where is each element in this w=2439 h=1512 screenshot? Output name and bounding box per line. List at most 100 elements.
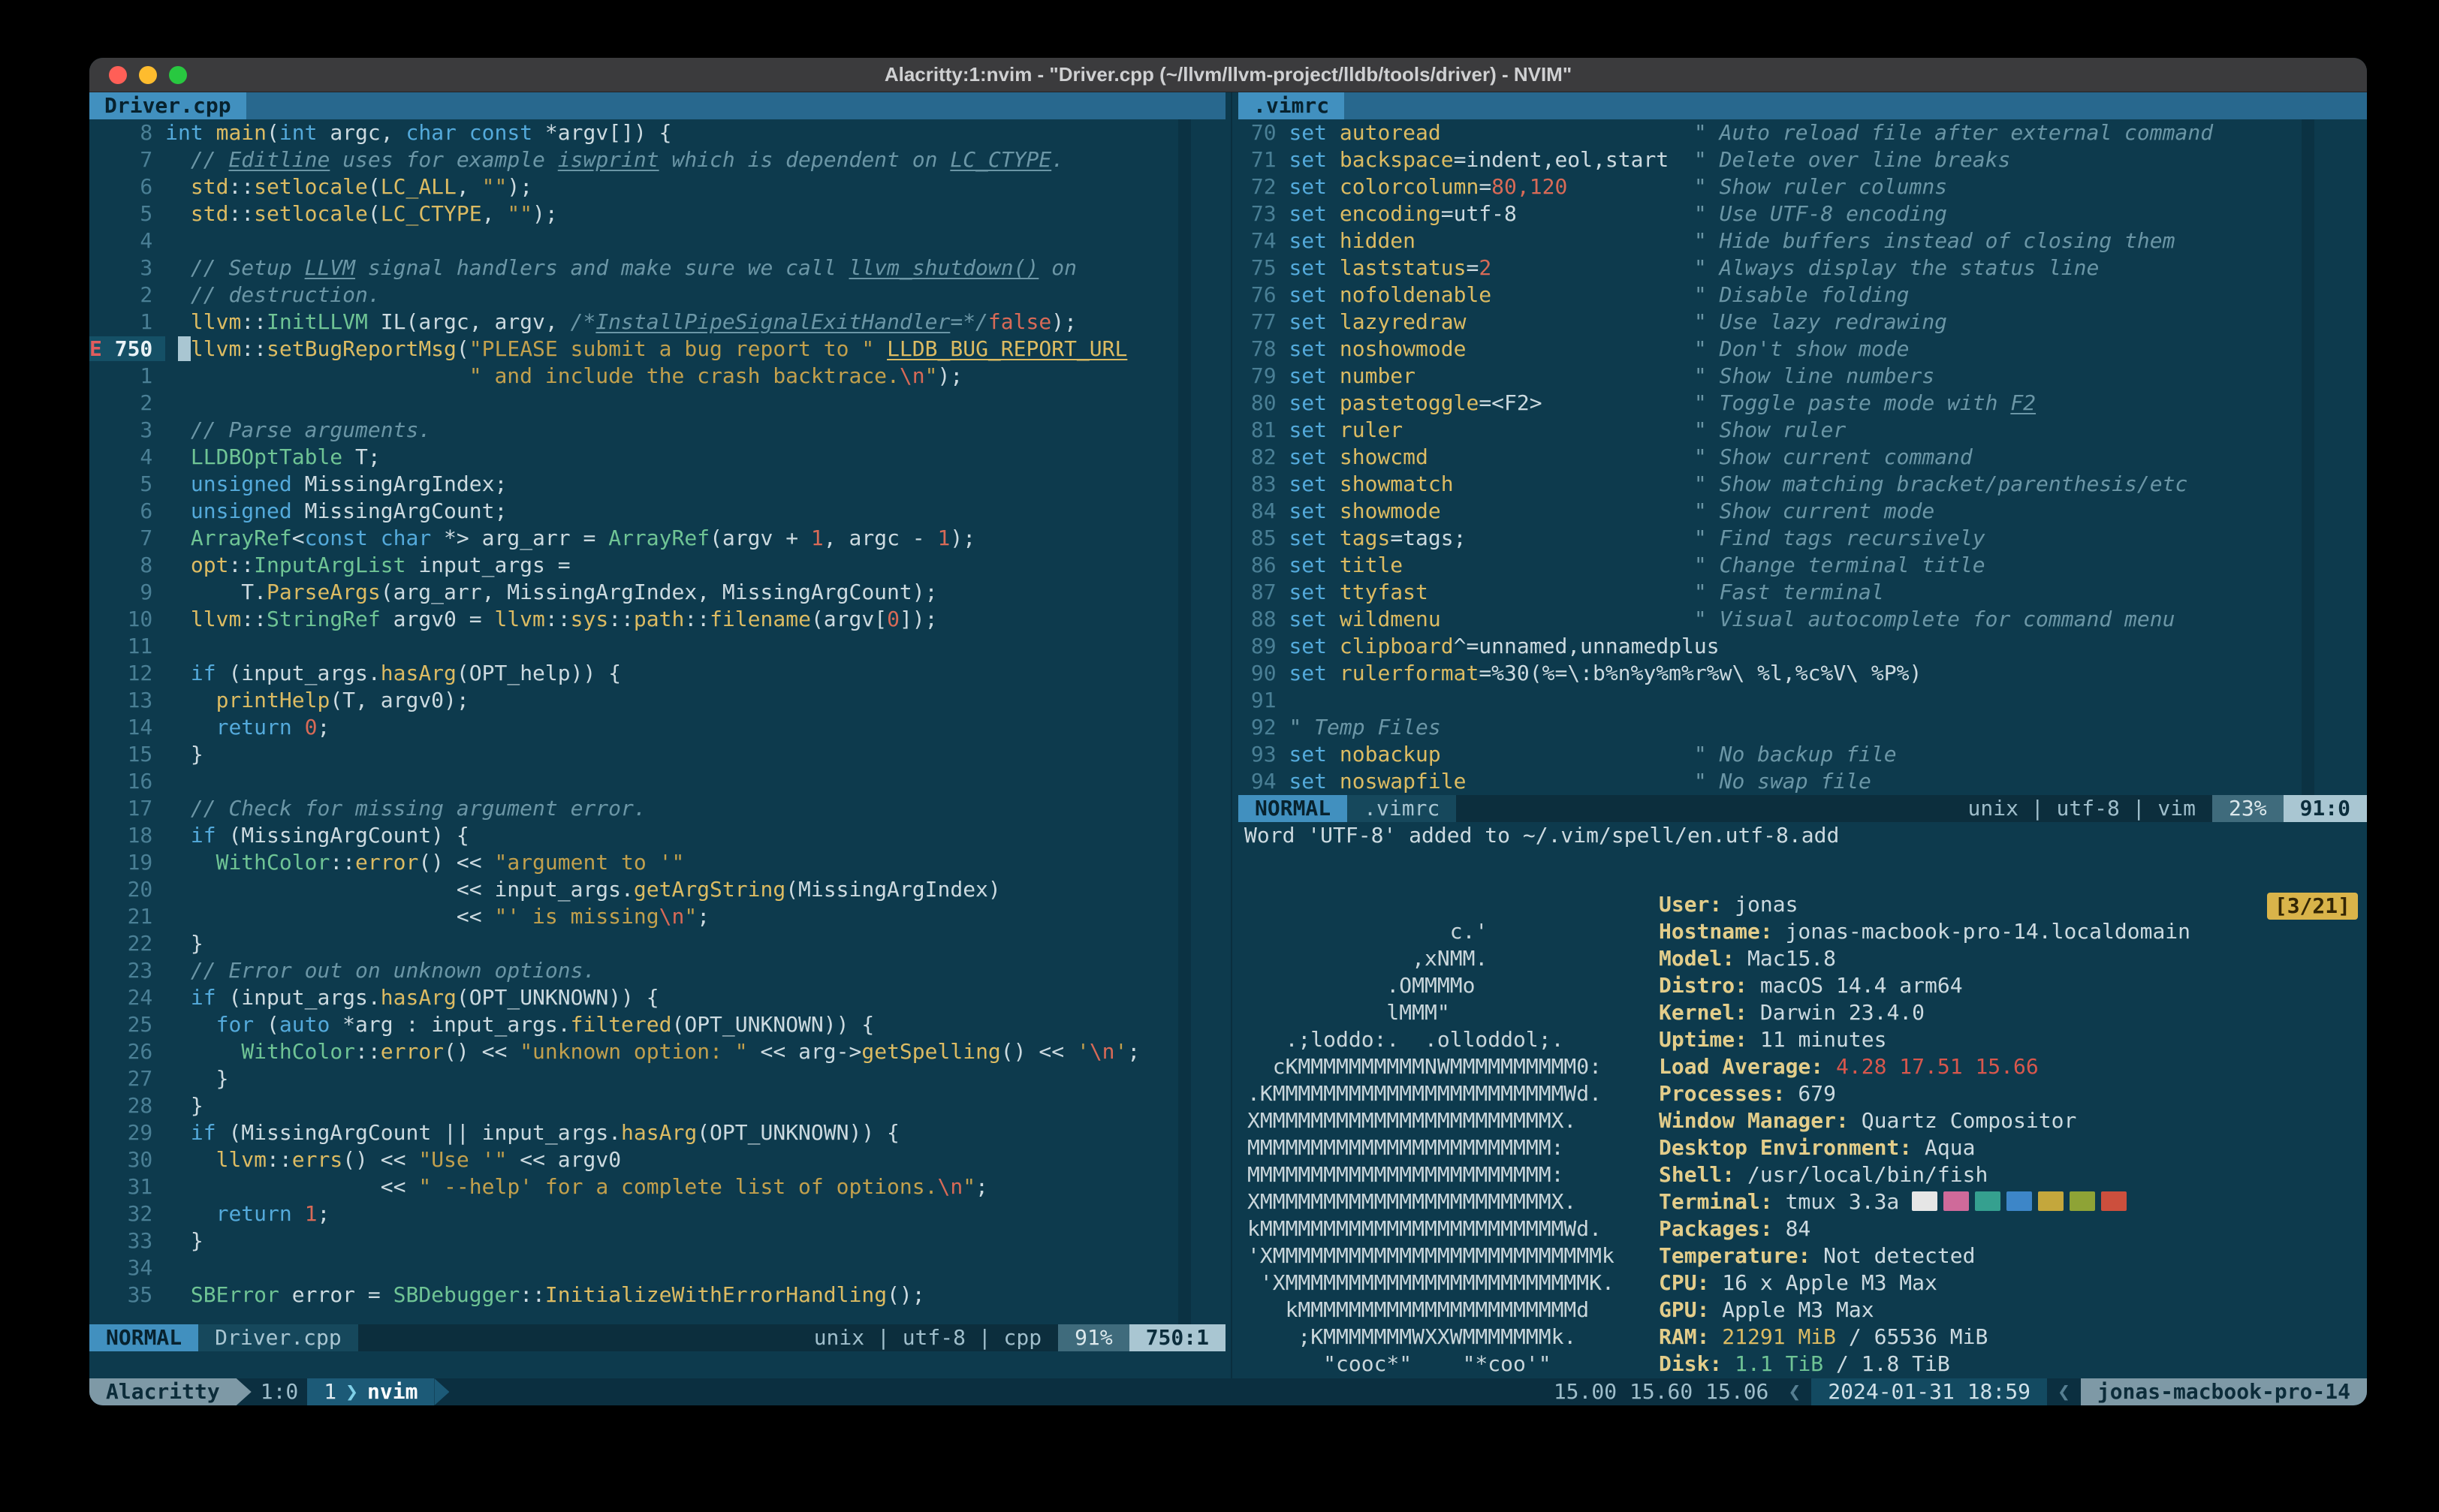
token: () << <box>444 1039 520 1064</box>
token: "" <box>507 201 533 226</box>
line-number: 80 <box>1238 390 1289 415</box>
token: pastetoggle <box>1339 390 1479 415</box>
pane-vimrc[interactable]: .vimrc 70 set autoread " Auto reload fil… <box>1238 92 2367 849</box>
token: MissingArgCount; <box>291 498 508 523</box>
token: " Delete over line breaks <box>1693 147 2011 172</box>
token: set <box>1289 661 1328 685</box>
line-number: 2 <box>114 282 166 307</box>
buffer-line: 7 ArrayRef<const char *> arg_arr = Array… <box>89 525 1226 552</box>
token: (T, argv0); <box>330 688 469 712</box>
token: 679 <box>1785 1081 1837 1106</box>
buffer-line: 26 WithColor::error() << "unknown option… <box>89 1038 1226 1065</box>
token: hasArg <box>380 661 457 685</box>
ascii-art-line: ,xNMM. <box>1247 946 1488 971</box>
token: "' is missing <box>494 904 659 929</box>
line-number: 8 <box>114 120 166 145</box>
buffer-line: 19 WithColor::error() << "argument to '" <box>89 849 1226 876</box>
buffer-line: 87 set ttyfast " Fast terminal <box>1238 579 2367 606</box>
token: " <box>924 363 938 388</box>
token: set <box>1289 120 1328 145</box>
token: () << <box>342 1147 419 1172</box>
token: :: <box>241 607 267 631</box>
buffer-line: 71 set backspace=indent,eol,start " Dele… <box>1238 146 2367 173</box>
token: 1 <box>937 526 951 550</box>
token: set <box>1289 363 1328 388</box>
token: () << <box>1000 1039 1077 1064</box>
token: /usr/local/bin/fish <box>1735 1162 1988 1187</box>
token: 1.1 TiB <box>1735 1351 1824 1376</box>
token: " Find tags recursively <box>1693 526 1985 550</box>
pane-neofetch[interactable]: [3/21] c.' ,xNMM. .OMMMMo lMMM" .;loddo:… <box>1238 849 2367 1378</box>
ascii-art-line: lMMM" <box>1247 1000 1450 1025</box>
minimize-button[interactable] <box>139 66 157 84</box>
vim-message-line: Word 'UTF-8' added to ~/.vim/spell/en.ut… <box>1244 823 1840 848</box>
token: InitLLVM <box>267 309 368 334</box>
token: const <box>469 120 533 145</box>
tmux-pane-divider[interactable] <box>1226 92 1238 1378</box>
pane-driver-cpp[interactable]: Driver.cpp 8 int main(int argc, char con… <box>89 92 1226 1378</box>
buffer-line: 6 unsigned MissingArgCount; <box>89 498 1226 525</box>
buffer-line: 8 opt::InputArgList input_args = <box>89 552 1226 579</box>
line-number: 14 <box>114 715 166 739</box>
ascii-art-line: .KMMMMMMMMMMMMMMMMMMMMMMMWd. <box>1247 1081 1602 1106</box>
line-number: 82 <box>1238 444 1289 469</box>
buffer-line: 70 set autoread " Auto reload file after… <box>1238 119 2367 146</box>
token: setlocale <box>254 201 368 226</box>
line-number: 21 <box>114 904 166 929</box>
close-button[interactable] <box>109 66 127 84</box>
token: " No backup file <box>1693 742 1897 767</box>
tmux-window-name: nvim <box>367 1379 418 1404</box>
token: :: <box>608 607 634 631</box>
line-number: 28 <box>114 1093 166 1118</box>
tmux-session-name[interactable]: Alacritty <box>89 1378 237 1405</box>
token: Terminal: <box>1659 1189 1773 1214</box>
token: " --help' for a complete list of options… <box>418 1174 938 1199</box>
window-titlebar[interactable]: Alacritty:1:nvim - "Driver.cpp (~/llvm/l… <box>89 58 2367 92</box>
token: set <box>1289 634 1328 658</box>
buffer-line: E 750 llvm::setBugReportMsg("PLEASE subm… <box>89 336 1226 363</box>
token: ( <box>254 1012 279 1037</box>
line-number: 93 <box>1238 742 1289 767</box>
token: \n <box>937 1174 963 1199</box>
zoom-button[interactable] <box>169 66 187 84</box>
winbar-driver: Driver.cpp <box>89 92 1226 119</box>
tmux-window-tab-nvim[interactable]: 1 ❯ nvim <box>307 1378 435 1405</box>
token: ; <box>697 904 710 929</box>
token: (MissingArgCount) { <box>216 823 469 848</box>
code-buffer-vimrc[interactable]: 70 set autoread " Auto reload file after… <box>1238 119 2367 795</box>
token: unsigned <box>190 498 292 523</box>
buffer-line: 92 " Temp Files <box>1238 714 2367 741</box>
line-number: 73 <box>1238 201 1289 226</box>
token: " Temp Files <box>1289 715 1441 739</box>
token: " Visual autocomplete for command menu <box>1693 607 2175 631</box>
ascii-art-line: "cooc*" "*coo'" <box>1247 1351 1551 1376</box>
buffer-line: 23 // Error out on unknown options. <box>89 957 1226 984</box>
token: Shell: <box>1659 1162 1735 1187</box>
token: Editline <box>228 147 330 172</box>
apple-ascii-logo: c.' ,xNMM. .OMMMMo lMMM" .;loddo:. .ollo… <box>1247 891 1614 1378</box>
buffer-line: Temperature: Not detected <box>1659 1242 2190 1270</box>
token: } <box>165 1066 229 1091</box>
token: "unknown option: " <box>520 1039 748 1064</box>
token: InstallPipeSignalExitHandler <box>595 309 951 334</box>
buffer-line: 16 <box>89 768 1226 795</box>
line-number: 2 <box>114 390 166 415</box>
line-number: 4 <box>114 228 166 253</box>
token: :: <box>684 607 710 631</box>
buffer-line: 94 set noswapfile " No swap file <box>1238 768 2367 795</box>
token: Quartz Compositor <box>1848 1108 2077 1133</box>
code-buffer-driver[interactable]: 8 int main(int argc, char const *argv[])… <box>89 119 1226 1324</box>
token: llvm <box>216 1147 267 1172</box>
